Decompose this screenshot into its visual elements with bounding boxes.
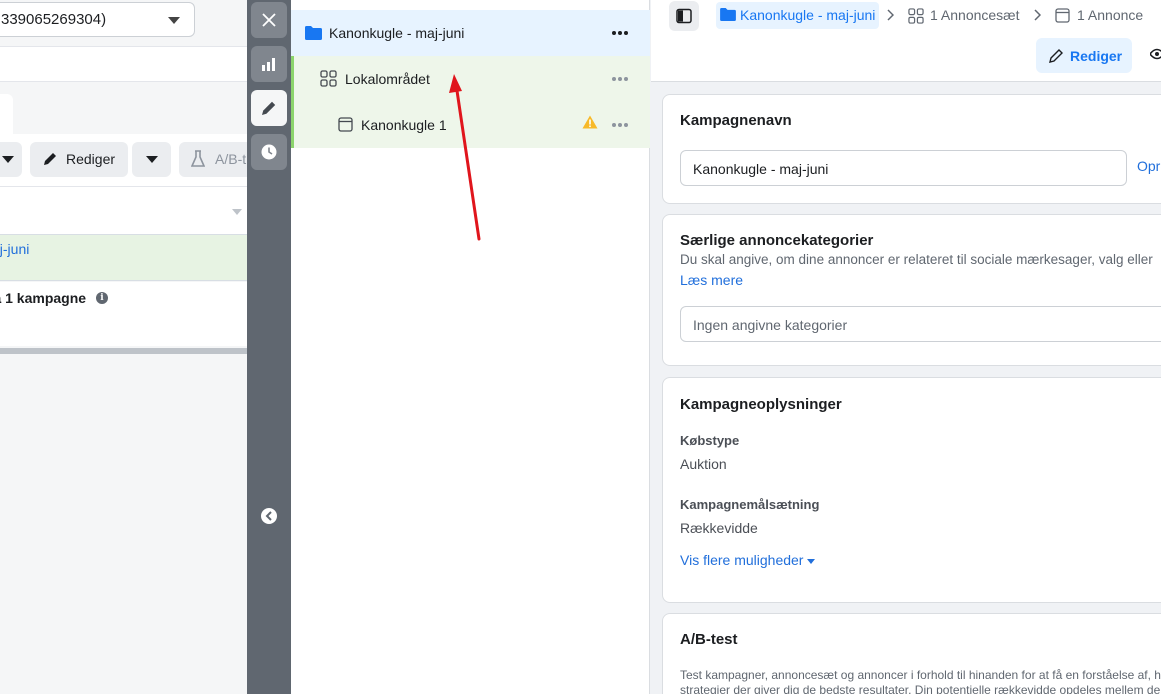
more-dots-icon[interactable] xyxy=(612,31,628,35)
campaign-name-title: Kampagnenavn xyxy=(680,112,792,129)
ads-manager-background: 339065269304) Rediger A/B-t aj-juni ra 1… xyxy=(0,0,247,694)
flask-icon xyxy=(191,150,205,167)
breadcrumb-adsets[interactable]: 1 Annoncesæt xyxy=(908,7,1020,24)
eye-icon[interactable] xyxy=(1150,48,1161,60)
campaign-details-card: Kampagneoplysninger Købstype Auktion Kam… xyxy=(662,377,1161,603)
horizontal-scrollbar[interactable] xyxy=(0,348,247,354)
pencil-icon xyxy=(262,101,276,115)
tree-adset-name: Lokalområdet xyxy=(345,71,430,87)
toolbar-strip xyxy=(0,46,247,82)
breadcrumb-adsets-label: 1 Annoncesæt xyxy=(930,7,1020,23)
caret-down-icon xyxy=(168,17,180,24)
breadcrumb-ads[interactable]: 1 Annonce xyxy=(1055,7,1143,23)
caret-down-icon xyxy=(146,156,158,163)
edit-dropdown-button[interactable] xyxy=(132,142,171,177)
caret-down-icon xyxy=(232,209,242,215)
sidebar-toggle-icon xyxy=(676,8,692,24)
create-template-link[interactable]: Opre xyxy=(1137,158,1161,174)
buying-type-label: Købstype xyxy=(680,433,740,448)
folder-icon xyxy=(305,26,322,40)
pencil-icon xyxy=(44,153,56,165)
create-dropdown-button[interactable] xyxy=(0,142,22,177)
more-options-link[interactable]: Vis flere muligheder xyxy=(680,552,816,568)
learn-more-link[interactable]: Læs mere xyxy=(680,272,743,288)
objective-value: Rækkevidde xyxy=(680,520,758,536)
chevron-right-icon xyxy=(887,9,894,21)
ad-icon xyxy=(1055,8,1070,23)
edit-button[interactable]: Rediger xyxy=(30,142,128,177)
campaign-editor-panel: Kanonkugle - maj-juni 1 Annoncesæt 1 Ann… xyxy=(651,0,1161,694)
tree-row-campaign[interactable]: Kanonkugle - maj-juni xyxy=(291,10,650,56)
ab-test-text-line2: strategier der giver dig de bedste resul… xyxy=(680,683,1161,694)
tree-campaign-name: Kanonkugle - maj-juni xyxy=(329,25,465,41)
chevron-right-icon xyxy=(1034,9,1041,21)
clock-icon xyxy=(261,144,277,160)
editor-side-rail xyxy=(247,0,291,694)
warning-icon[interactable] xyxy=(582,115,598,129)
breadcrumb-campaign[interactable]: Kanonkugle - maj-juni xyxy=(716,2,880,29)
account-selector-text: 339065269304) xyxy=(1,11,107,28)
folder-icon xyxy=(720,8,736,21)
more-dots-icon[interactable] xyxy=(612,77,628,81)
adset-grid-icon xyxy=(320,70,337,87)
more-dots-icon[interactable] xyxy=(612,123,628,127)
campaign-tree-panel: Kanonkugle - maj-juni Lokalområdet Kanon… xyxy=(291,0,650,694)
tree-row-ad[interactable]: Kanonkugle 1 xyxy=(291,102,650,148)
edit-button-label: Rediger xyxy=(1070,48,1123,64)
editor-header: Kanonkugle - maj-juni 1 Annoncesæt 1 Ann… xyxy=(651,0,1161,82)
close-button[interactable] xyxy=(251,2,287,38)
caret-down-icon xyxy=(2,156,14,163)
edit-button-label: Rediger xyxy=(66,151,116,167)
campaign-name-card: Kampagnenavn Kanonkugle - maj-juni Opre xyxy=(662,94,1161,204)
pencil-icon xyxy=(1049,49,1063,63)
summary-text: ra 1 kampagne xyxy=(0,290,87,306)
ab-test-title: A/B-test xyxy=(680,631,738,648)
breadcrumb-campaign-label: Kanonkugle - maj-juni xyxy=(740,7,876,23)
ab-test-label: A/B-t xyxy=(215,151,247,167)
collapse-panel-button[interactable] xyxy=(261,508,277,524)
special-ad-categories-card: Særlige annoncekategorier Du skal angive… xyxy=(662,214,1161,366)
objective-label: Kampagnemålsætning xyxy=(680,497,820,512)
campaign-row-name[interactable]: aj-juni xyxy=(0,241,29,257)
summary-row: ra 1 kampagne i xyxy=(0,282,247,346)
campaign-details-title: Kampagneoplysninger xyxy=(680,396,842,413)
account-selector[interactable]: 339065269304) xyxy=(0,2,195,37)
ad-icon xyxy=(338,117,353,132)
ab-test-button[interactable]: A/B-t xyxy=(179,142,247,177)
sidebar-toggle-button[interactable] xyxy=(669,1,699,31)
edit-button[interactable]: Rediger xyxy=(1036,38,1132,73)
special-categories-description: Du skal angive, om dine annoncer er rela… xyxy=(680,252,1153,267)
ab-test-text-line1: Test kampagner, annoncesæt og annoncer i… xyxy=(680,668,1161,682)
adset-grid-icon xyxy=(908,8,924,24)
buying-type-value: Auktion xyxy=(680,456,727,472)
tree-ad-name: Kanonkugle 1 xyxy=(361,117,447,133)
tree-row-adset[interactable]: Lokalområdet xyxy=(291,56,650,102)
tab-stub[interactable] xyxy=(0,94,13,134)
more-options-label: Vis flere muligheder xyxy=(680,552,804,568)
close-icon xyxy=(262,13,276,27)
info-icon[interactable]: i xyxy=(96,292,108,304)
campaign-name-input[interactable]: Kanonkugle - maj-juni xyxy=(680,150,1127,186)
categories-select[interactable]: Ingen angivne kategorier xyxy=(680,306,1161,342)
campaign-table-row[interactable]: aj-juni xyxy=(0,234,247,281)
column-filter[interactable] xyxy=(0,186,247,234)
caret-down-icon xyxy=(807,558,816,564)
chart-icon xyxy=(262,58,275,71)
history-button[interactable] xyxy=(251,134,287,170)
charts-button[interactable] xyxy=(251,46,287,82)
breadcrumb-ads-label: 1 Annonce xyxy=(1077,7,1144,23)
collapse-chevron-icon xyxy=(265,511,272,521)
edit-mode-button[interactable] xyxy=(251,90,287,126)
ab-test-card: A/B-test Test kampagner, annoncesæt og a… xyxy=(662,613,1161,694)
special-categories-title: Særlige annoncekategorier xyxy=(680,232,874,249)
